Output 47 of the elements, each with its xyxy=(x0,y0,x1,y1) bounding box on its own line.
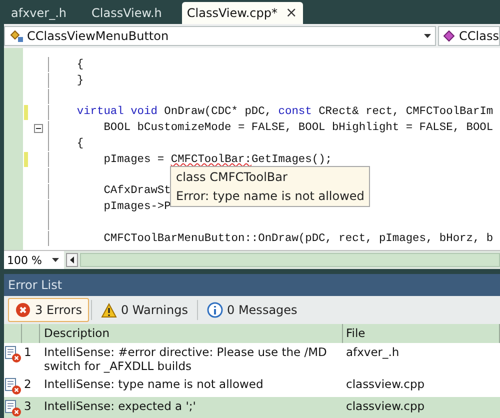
row-number: 1 xyxy=(23,345,32,361)
row-number: 2 xyxy=(23,377,32,393)
document-tab[interactable]: ClassView.h xyxy=(86,2,176,24)
class-dropdown[interactable]: CClassViewMenuButton xyxy=(4,26,436,46)
error-row[interactable]: 2 IntelliSense: type name is not allowed classview.cpp xyxy=(4,375,500,397)
info-icon xyxy=(207,302,223,318)
collapse-icon[interactable] xyxy=(34,124,43,133)
caret-icon xyxy=(424,34,432,38)
zoom-dropdown[interactable]: 100 % xyxy=(4,251,64,269)
error-row[interactable]: 3 IntelliSense: expected a ';' classview.cpp xyxy=(4,397,500,418)
error-description: IntelliSense: type name is not allowed xyxy=(43,377,264,393)
document-error-icon xyxy=(4,399,22,417)
panel-title: Error List xyxy=(4,274,500,296)
column-header[interactable]: File xyxy=(343,324,500,343)
row-number: 3 xyxy=(23,399,32,415)
filter-button[interactable]: 3 Errors xyxy=(8,298,89,322)
code-line: } xyxy=(76,74,84,87)
code-line: BOOL bCustomizeMode = FALSE, BOOL bHighlight = FALSE, BOOL xyxy=(102,122,494,134)
error-description: IntelliSense: #error directive: Please use the /MD switch for _AFXDLL builds xyxy=(43,345,328,373)
code-line: { xyxy=(76,58,84,71)
scroll-left-icon[interactable] xyxy=(66,253,78,267)
caret-icon xyxy=(52,258,59,262)
error-description: IntelliSense: expected a ';' xyxy=(43,399,197,415)
tooltip-title: class CMFCToolBar xyxy=(176,170,288,184)
filter-button[interactable]: 0 Messages xyxy=(200,298,304,322)
tooltip-message: Error: type name is not allowed xyxy=(176,189,364,203)
document-tab[interactable]: ClassView.cpp* × xyxy=(182,2,304,24)
code-line: pImages = CMFCToolBar:GetImages(); xyxy=(102,154,332,166)
document-tab[interactable]: afxver_.h xyxy=(6,2,81,24)
code-line: { xyxy=(76,138,84,150)
file-name: classview.cpp xyxy=(345,399,426,415)
file-name: classview.cpp xyxy=(345,377,426,393)
error-icon xyxy=(15,302,31,318)
column-header[interactable]: Description xyxy=(40,324,343,343)
filter-button[interactable]: 0 Warnings xyxy=(94,298,195,322)
code-line: pImages->P xyxy=(102,201,171,214)
class-icon xyxy=(9,29,25,43)
horizontal-scrollbar[interactable] xyxy=(80,253,500,267)
file-name: afxver_.h xyxy=(345,345,400,361)
code-line: CAfxDrawSt xyxy=(102,185,171,198)
error-row[interactable]: 1 IntelliSense: #error directive: Please use the /MD switch for _AFXDLL builds afxver_.h xyxy=(4,343,500,375)
member-dropdown[interactable]: CClass xyxy=(438,26,500,46)
warning-icon xyxy=(100,302,117,318)
code-line: virtual void OnDraw(CDC* pDC, const CRect& rect, CMFCToolBarIm xyxy=(76,106,494,118)
method-icon xyxy=(443,30,458,42)
close-icon[interactable]: × xyxy=(286,6,298,20)
code-line: CMFCToolBarMenuButton::OnDraw(pDC, rect, pImages, bHorz, b xyxy=(102,232,494,245)
